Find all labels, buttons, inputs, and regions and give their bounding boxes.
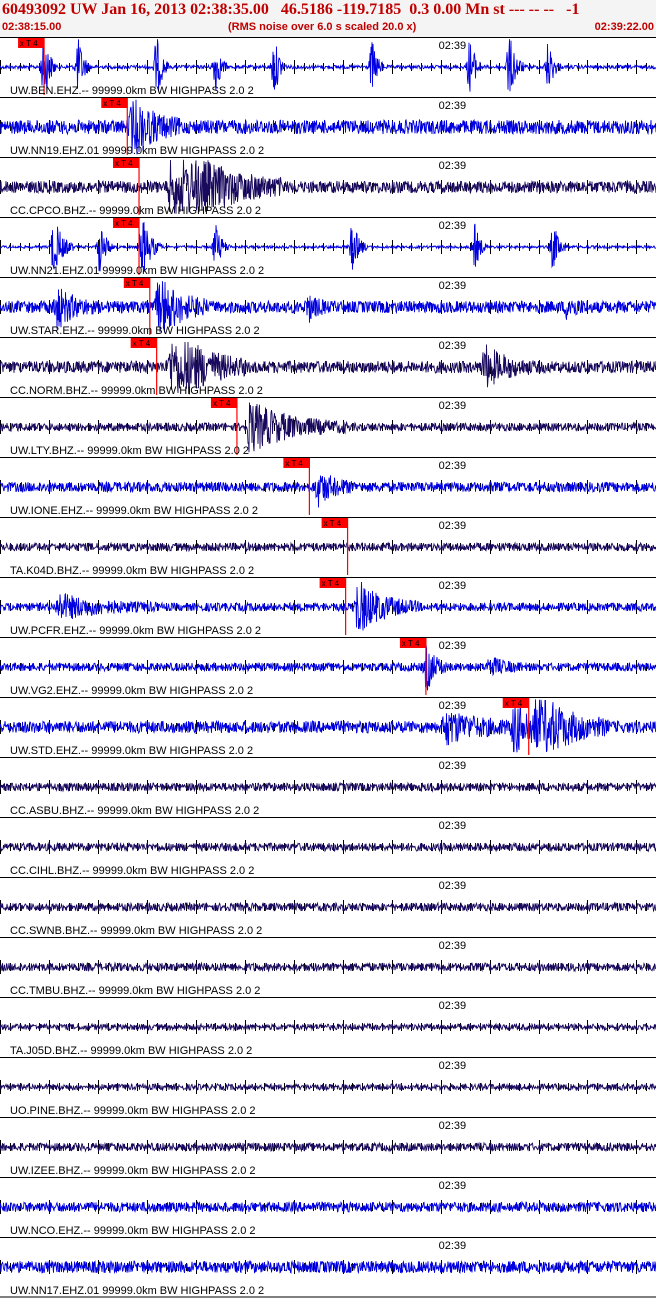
waveform-trace	[0, 581, 656, 631]
phase-pick-label: x T 4	[322, 579, 340, 588]
channel-panel: 02:39 x T 4 UW.IONE.EHZ.-- 99999.0km BW HI…	[0, 457, 656, 517]
channel-panel: 02:39 CC.SWNB.BHZ.-- 99999.0km BW HIGHPAS…	[0, 877, 656, 937]
start-time: 02:38:15.00	[2, 21, 62, 33]
phase-pick-label: x T 4	[103, 99, 121, 108]
channel-label: UW.LTY.BHZ.-- 99999.0km BW HIGHPASS 2.0 …	[10, 445, 249, 457]
minute-mark-label: 02:39	[439, 460, 467, 472]
minute-mark-label: 02:39	[439, 520, 467, 532]
phase-pick-label: x T 4	[115, 219, 133, 228]
channel-label: CC.TMBU.BHZ.-- 99999.0km BW HIGHPASS 2.0…	[10, 985, 260, 997]
channel-panel: 02:39 x T 4 UW.BEN.EHZ.-- 99999.0km BW HIG…	[0, 37, 656, 97]
minute-mark-label: 02:39	[439, 40, 467, 52]
rms-noise-note: (RMS noise over 6.0 s scaled 20.0 x)	[228, 21, 417, 33]
minute-mark-label: 02:39	[439, 1120, 467, 1132]
channel-label: UW.NCO.EHZ.-- 99999.0km BW HIGHPASS 2.0 …	[10, 1225, 256, 1237]
minute-mark-label: 02:39	[439, 1060, 467, 1072]
channel-label: UW.STD.EHZ.-- 99999.0km BW HIGHPASS 2.0 …	[10, 745, 253, 757]
minute-mark-label: 02:39	[439, 760, 467, 772]
minute-mark-label: 02:39	[439, 1000, 467, 1012]
waveform-trace	[0, 1022, 656, 1032]
channel-label: CC.CIHL.BHZ.-- 99999.0km BW HIGHPASS 2.0…	[10, 865, 254, 877]
channel-label: CC.SWNB.BHZ.-- 99999.0km BW HIGHPASS 2.0…	[10, 925, 262, 937]
channel-label: UW.NN21.EHZ.01 99999.0km BW HIGHPASS 2.0…	[10, 265, 264, 277]
end-time: 02:39:22.00	[594, 21, 654, 33]
channel-label: UO.PINE.BHZ.-- 99999.0km BW HIGHPASS 2.0…	[10, 1105, 256, 1117]
event-title: 60493092 UW Jan 16, 2013 02:38:35.00 46.…	[2, 1, 580, 18]
minute-mark-label: 02:39	[439, 1180, 467, 1192]
channel-panel: 02:39 CC.CIHL.BHZ.-- 99999.0km BW HIGHPAS…	[0, 817, 656, 877]
minute-mark-label: 02:39	[439, 220, 467, 232]
phase-pick-label: x T 4	[126, 279, 144, 288]
channel-panel: 02:39 x T 4 UW.NN19.EHZ.01 99999.0km BW HI…	[0, 97, 656, 157]
phase-pick-label: x T 4	[115, 159, 133, 168]
channel-label: UW.NN17.EHZ.01 99999.0km BW HIGHPASS 2.0…	[10, 1285, 264, 1297]
channel-panel: 02:39 CC.TMBU.BHZ.-- 99999.0km BW HIGHPAS…	[0, 937, 656, 997]
channel-panel: 02:39 CC.ASBU.BHZ.-- 99999.0km BW HIGHPAS…	[0, 757, 656, 817]
channel-panel: 02:39 UW.NN17.EHZ.01 99999.0km BW HIGHPAS…	[0, 1237, 656, 1297]
channel-panel: 02:39 x T 4 UW.PCFR.EHZ.-- 99999.0km BW HI…	[0, 577, 656, 637]
minute-mark-label: 02:39	[439, 700, 467, 712]
phase-pick-label: x T 4	[20, 39, 38, 48]
seismogram-plot: 02:39 x T 4 UW.BEN.EHZ.-- 99999.0km BW HIG…	[0, 37, 656, 1298]
phase-pick-label: x T 4	[324, 519, 342, 528]
channel-label: UW.IONE.EHZ.-- 99999.0km BW HIGHPASS 2.0…	[10, 505, 258, 517]
channel-label: TA.K04D.BHZ.-- 99999.0km BW HIGHPASS 2.0…	[10, 565, 254, 577]
channel-label: UW.VG2.EHZ.-- 99999.0km BW HIGHPASS 2.0 …	[10, 685, 253, 697]
channel-label: UW.BEN.EHZ.-- 99999.0km BW HIGHPASS 2.0 …	[10, 85, 254, 97]
channel-panel: 02:39 UO.PINE.BHZ.-- 99999.0km BW HIGHPAS…	[0, 1057, 656, 1117]
minute-mark-label: 02:39	[439, 640, 467, 652]
channel-panel: 02:39 TA.J05D.BHZ.-- 99999.0km BW HIGHPAS…	[0, 997, 656, 1057]
channel-panel: 02:39 x T 4 UW.NN21.EHZ.01 99999.0km BW HI…	[0, 217, 656, 277]
phase-pick-label: x T 4	[505, 699, 523, 708]
phase-pick-label: x T 4	[133, 339, 151, 348]
channel-panel: 02:39 UW.NCO.EHZ.-- 99999.0km BW HIGHPASS…	[0, 1177, 656, 1237]
minute-mark-label: 02:39	[439, 940, 467, 952]
minute-mark-label: 02:39	[439, 160, 467, 172]
channel-panel: 02:39 x T 4 CC.CPCO.BHZ.-- 99999.0km BW HI…	[0, 157, 656, 217]
phase-pick-label: x T 4	[285, 459, 303, 468]
minute-mark-label: 02:39	[439, 100, 467, 112]
channel-label: CC.ASBU.BHZ.-- 99999.0km BW HIGHPASS 2.0…	[10, 805, 259, 817]
channel-panel: 02:39 x T 4 TA.K04D.BHZ.-- 99999.0km BW HI…	[0, 517, 656, 577]
channel-label: UW.STAR.EHZ.-- 99999.0km BW HIGHPASS 2.0…	[10, 325, 260, 337]
minute-mark-label: 02:39	[439, 880, 467, 892]
channel-label: UW.PCFR.EHZ.-- 99999.0km BW HIGHPASS 2.0…	[10, 625, 261, 637]
phase-pick-label: x T 4	[213, 399, 231, 408]
channel-panel: 02:39 x T 4 CC.NORM.BHZ.-- 99999.0km BW HI…	[0, 337, 656, 397]
channel-label: TA.J05D.BHZ.-- 99999.0km BW HIGHPASS 2.0…	[10, 1045, 252, 1057]
phase-pick-label: x T 4	[402, 639, 420, 648]
channel-label: CC.NORM.BHZ.-- 99999.0km BW HIGHPASS 2.0…	[10, 385, 263, 397]
channel-label: UW.IZEE.BHZ.-- 99999.0km BW HIGHPASS 2.0…	[10, 1165, 256, 1177]
channel-label: UW.NN19.EHZ.01 99999.0km BW HIGHPASS 2.0…	[10, 145, 264, 157]
minute-mark-label: 02:39	[439, 400, 467, 412]
channel-panel: 02:39 x T 4 UW.STD.EHZ.-- 99999.0km BW HIG…	[0, 697, 656, 757]
minute-mark-label: 02:39	[439, 1240, 467, 1252]
channel-panel: 02:39 x T 4 UW.LTY.BHZ.-- 99999.0km BW HIG…	[0, 397, 656, 457]
waveform-trace	[0, 644, 656, 691]
channel-panel: 02:39 x T 4 UW.VG2.EHZ.-- 99999.0km BW HIG…	[0, 637, 656, 697]
minute-mark-label: 02:39	[439, 580, 467, 592]
header-bar: 60493092 UW Jan 16, 2013 02:38:35.00 46.…	[0, 0, 656, 37]
minute-mark-label: 02:39	[439, 280, 467, 292]
minute-mark-label: 02:39	[439, 820, 467, 832]
minute-mark-label: 02:39	[439, 340, 467, 352]
channel-panel: 02:39 UW.IZEE.BHZ.-- 99999.0km BW HIGHPAS…	[0, 1117, 656, 1177]
channel-panel: 02:39 x T 4 UW.STAR.EHZ.-- 99999.0km BW HI…	[0, 277, 656, 337]
channel-label: CC.CPCO.BHZ.-- 99999.0km BW HIGHPASS 2.0…	[10, 205, 261, 217]
